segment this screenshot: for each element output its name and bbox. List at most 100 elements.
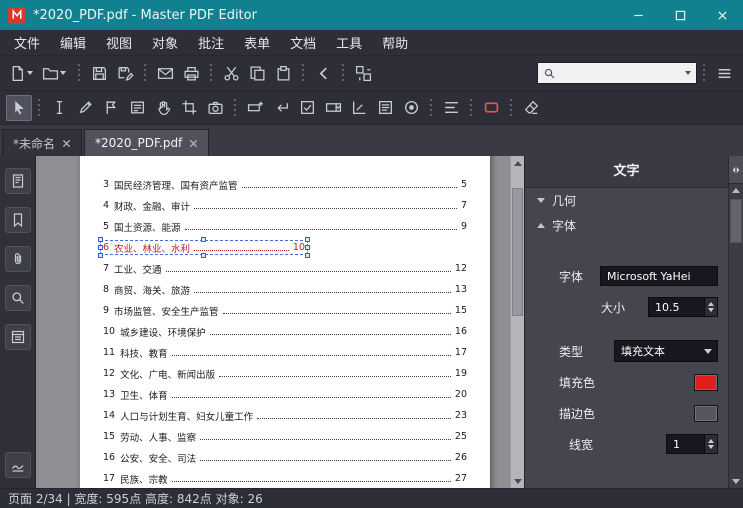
text-field-tool-button[interactable]: [242, 95, 268, 121]
toc-entry-number: 6: [103, 242, 110, 253]
menu-document[interactable]: 文档: [280, 30, 326, 55]
search-input[interactable]: [560, 67, 681, 79]
tab-untitled[interactable]: *未命名: [2, 129, 83, 156]
attachments-button[interactable]: [4, 246, 31, 272]
rectangle-annotation-button[interactable]: [478, 95, 504, 121]
hand-tool-button[interactable]: [150, 95, 176, 121]
menu-file[interactable]: 文件: [4, 30, 50, 55]
flag-tool-button[interactable]: [98, 95, 124, 121]
select-tool-button[interactable]: [6, 94, 32, 121]
toc-entry[interactable]: 8 商贸、海关、旅游 13: [100, 279, 470, 300]
toc-entry[interactable]: 13 卫生、体育 20: [100, 384, 470, 405]
toc-entry[interactable]: 11 科技、教育 17: [100, 342, 470, 363]
section-font[interactable]: 字体: [525, 213, 728, 238]
new-document-dropdown-icon[interactable]: [27, 71, 33, 75]
scroll-down-button[interactable]: [511, 474, 524, 488]
panel-scroll-up-button[interactable]: [729, 184, 743, 197]
toc-entry[interactable]: 10 城乡建设、环境保护 16: [100, 321, 470, 342]
document-view[interactable]: 3 国民经济管理、国有资产监管 5 4 财政、金融、审计 7 5 国土资源、能源…: [36, 156, 510, 488]
tab-close-icon[interactable]: [189, 139, 198, 148]
toc-entry[interactable]: 6 农业、林业、水利 10: [98, 237, 470, 258]
bookmarks-button[interactable]: [4, 207, 31, 233]
save-as-button[interactable]: [112, 60, 138, 86]
save-button[interactable]: [86, 60, 112, 86]
align-tool-button[interactable]: [438, 95, 464, 121]
listbox-tool-button[interactable]: [372, 95, 398, 121]
print-button[interactable]: [178, 60, 204, 86]
minimize-button[interactable]: [617, 0, 659, 30]
eraser-tool-button[interactable]: [518, 95, 544, 121]
toc-entry[interactable]: 17 民族、宗教 27: [100, 468, 470, 488]
toc-entry[interactable]: 5 国土资源、能源 9: [100, 216, 470, 237]
signatures-button[interactable]: [4, 452, 31, 478]
toc-entry[interactable]: 7 工业、交通 12: [100, 258, 470, 279]
tab-2020-pdf[interactable]: *2020_PDF.pdf: [84, 129, 210, 156]
cut-button[interactable]: [218, 60, 244, 86]
toc-entry[interactable]: 3 国民经济管理、国有资产监管 5: [100, 174, 470, 195]
scrollbar-track[interactable]: [511, 170, 524, 474]
toc-entry[interactable]: 14 人口与计划生育、妇女儿童工作 23: [100, 405, 470, 426]
panel-collapse-button[interactable]: [729, 156, 743, 184]
open-file-dropdown-icon[interactable]: [60, 71, 66, 75]
section-geometry[interactable]: 几何: [525, 188, 728, 213]
toc-entry[interactable]: 15 劳动、人事、监察 25: [100, 426, 470, 447]
panel-scrollbar-thumb[interactable]: [730, 199, 742, 243]
font-family-input[interactable]: Microsoft YaHei: [600, 266, 718, 286]
scrollbar-thumb[interactable]: [512, 188, 523, 316]
thumbnails-button[interactable]: [4, 168, 31, 194]
scroll-up-button[interactable]: [511, 156, 524, 170]
toc-entry[interactable]: 12 文化、广电、新闻出版 19: [100, 363, 470, 384]
line-width-spinner[interactable]: [704, 435, 717, 453]
form-fields-button[interactable]: [4, 324, 31, 350]
menu-tools[interactable]: 工具: [326, 30, 372, 55]
push-button-tool-button[interactable]: [268, 95, 294, 121]
menu-view[interactable]: 视图: [96, 30, 142, 55]
search-panel-button[interactable]: [4, 285, 31, 311]
edit-object-tool-button[interactable]: [72, 95, 98, 121]
toc-entry[interactable]: 16 公安、安全、司法 26: [100, 447, 470, 468]
toolbar-separator: [302, 64, 304, 82]
maximize-button[interactable]: [659, 0, 701, 30]
swap-pages-button[interactable]: [350, 60, 376, 86]
pdf-page[interactable]: 3 国民经济管理、国有资产监管 5 4 财政、金融、审计 7 5 国土资源、能源…: [80, 156, 490, 488]
panel-scroll-down-button[interactable]: [729, 475, 743, 488]
search-dropdown-icon[interactable]: [685, 71, 691, 75]
toolbar-menu-button[interactable]: [711, 60, 737, 86]
new-document-button[interactable]: [6, 60, 39, 86]
close-button[interactable]: [701, 0, 743, 30]
crop-tool-button[interactable]: [176, 95, 202, 121]
font-size-label: 大小: [601, 300, 626, 315]
snapshot-tool-button[interactable]: [202, 95, 228, 121]
paste-button[interactable]: [270, 60, 296, 86]
search-box: [537, 62, 697, 84]
text-type-dropdown[interactable]: 填充文本: [614, 340, 718, 362]
stroke-color-swatch[interactable]: [694, 404, 718, 422]
toolbar-separator: [210, 64, 212, 82]
combobox-tool-button[interactable]: [320, 95, 346, 121]
edit-text-tool-button[interactable]: [46, 95, 72, 121]
checkbox-tool-button[interactable]: [294, 95, 320, 121]
toc-entry[interactable]: 4 财政、金融、审计 7: [100, 195, 470, 216]
email-button[interactable]: [152, 60, 178, 86]
panel-scrollbar-track[interactable]: [729, 197, 743, 475]
radio-button-tool-button[interactable]: [398, 95, 424, 121]
back-button[interactable]: [310, 60, 336, 86]
toolbar-separator: [144, 64, 146, 82]
toc-entry[interactable]: 9 市场监管、安全生产监管 15: [100, 300, 470, 321]
toc-entry-page: 15: [454, 305, 467, 316]
copy-button[interactable]: [244, 60, 270, 86]
menu-edit[interactable]: 编辑: [50, 30, 96, 55]
annotations-list-button[interactable]: [124, 95, 150, 121]
tab-close-icon[interactable]: [62, 139, 71, 148]
menu-form[interactable]: 表单: [234, 30, 280, 55]
font-size-spinner[interactable]: [704, 298, 717, 316]
fill-color-swatch[interactable]: [694, 373, 718, 391]
menu-annotation[interactable]: 批注: [188, 30, 234, 55]
line-width-input[interactable]: 1: [666, 434, 718, 454]
toc-dot-leader: [184, 229, 457, 230]
menu-object[interactable]: 对象: [142, 30, 188, 55]
signature-field-tool-button[interactable]: [346, 95, 372, 121]
open-file-button[interactable]: [39, 60, 72, 86]
font-size-input[interactable]: 10.5: [648, 297, 718, 317]
menu-help[interactable]: 帮助: [372, 30, 418, 55]
